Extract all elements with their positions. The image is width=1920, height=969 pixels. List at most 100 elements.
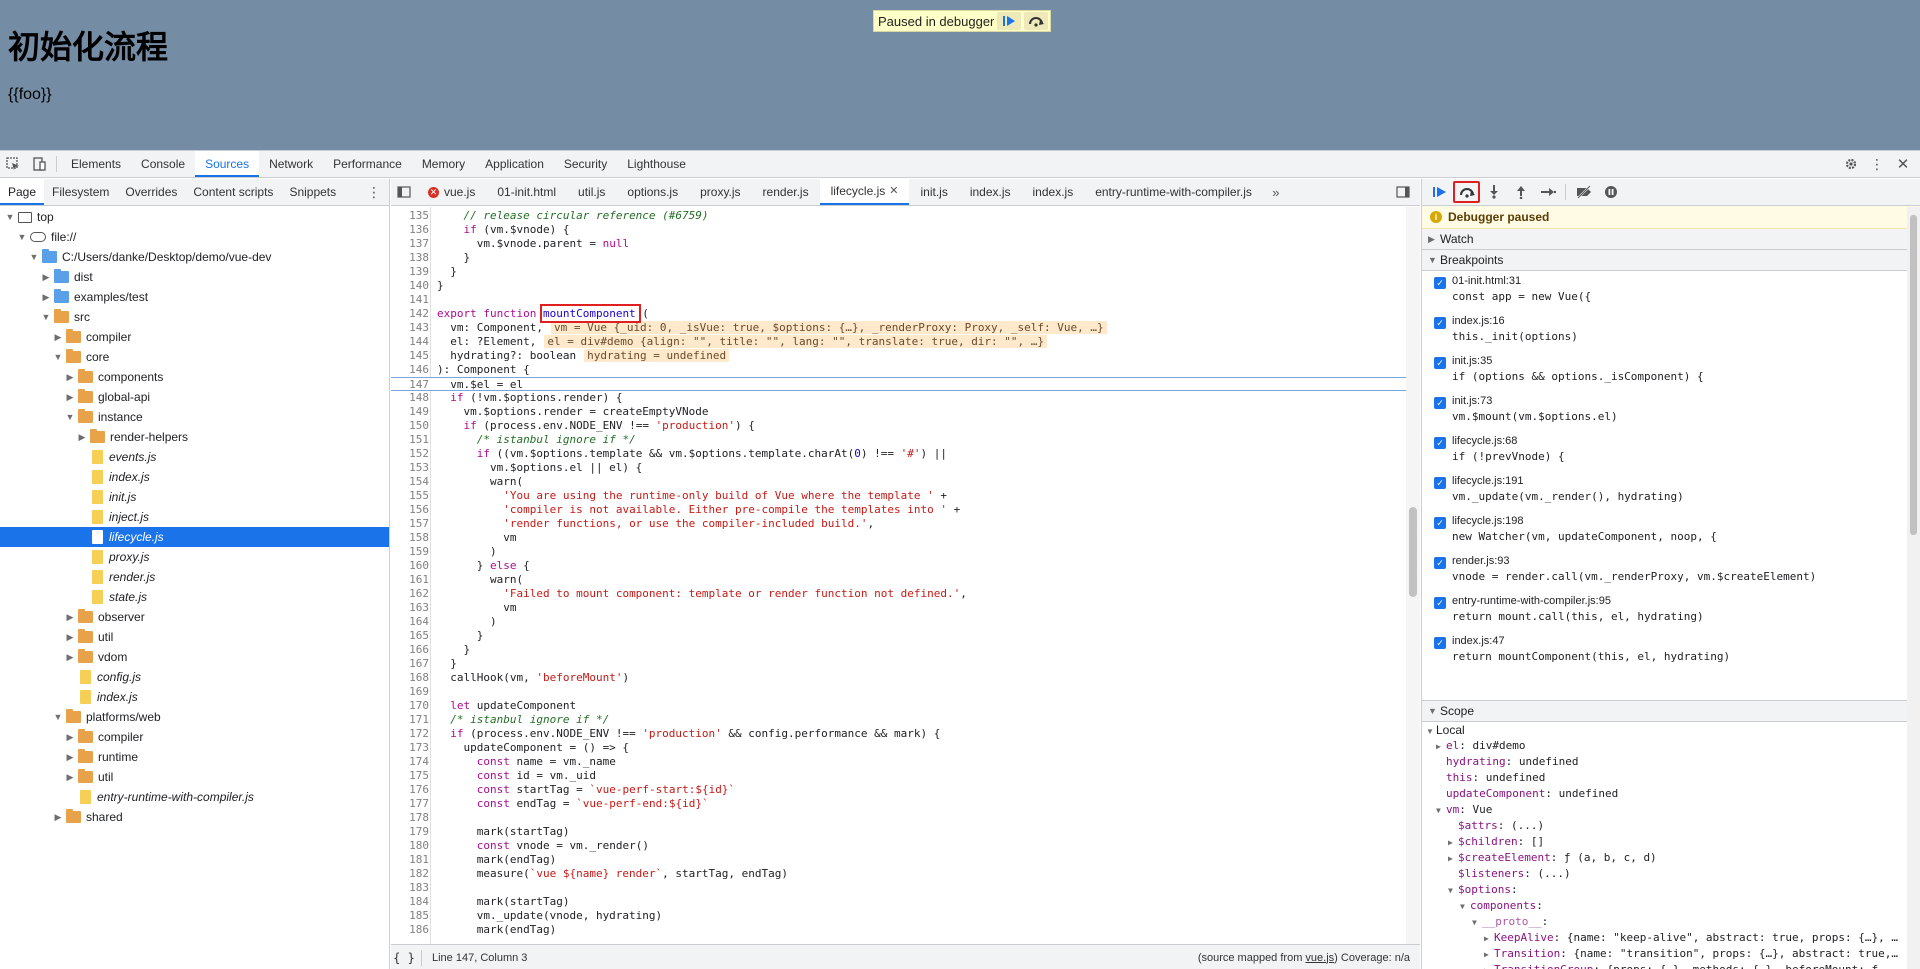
line-number[interactable]: 169 <box>391 685 429 699</box>
navigator-tab-snippets[interactable]: Snippets <box>281 179 344 205</box>
tree-item[interactable]: ▼ C:/Users/danke/Desktop/demo/vue-dev <box>0 247 389 267</box>
scope-variable[interactable]: ▶ Transition: {name: "transition", props:… <box>1422 946 1920 962</box>
line-number[interactable]: 148 <box>391 391 429 405</box>
line-number[interactable]: 183 <box>391 881 429 895</box>
chevron-right-icon[interactable]: ▶ <box>1436 739 1446 755</box>
editor-tab[interactable]: render.js <box>752 179 820 205</box>
navigator-tab-page[interactable]: Page <box>0 179 45 205</box>
step-over-button[interactable] <box>1024 12 1049 30</box>
tree-item[interactable]: ▶ util <box>0 767 389 787</box>
editor-tab[interactable]: index.js <box>959 179 1022 205</box>
step-button[interactable] <box>1534 181 1561 203</box>
editor-tab[interactable]: ✕ vue.js <box>417 179 486 205</box>
chevron-down-icon[interactable]: ▼ <box>40 312 52 322</box>
step-out-button[interactable] <box>1507 181 1534 203</box>
breakpoint-item[interactable]: ✓ index.js:47 return mountComponent(this, … <box>1422 631 1920 671</box>
tree-item[interactable]: ▶ render-helpers <box>0 427 389 447</box>
main-tab-lighthouse[interactable]: Lighthouse <box>617 151 696 177</box>
tree-item[interactable]: ▶ global-api <box>0 387 389 407</box>
code-view[interactable]: 135 // release circular reference (#6759… <box>391 207 1420 944</box>
tree-item[interactable]: render.js <box>0 567 389 587</box>
line-number[interactable]: 142 <box>391 307 429 321</box>
line-number[interactable]: 153 <box>391 461 429 475</box>
tree-item[interactable]: index.js <box>0 687 389 707</box>
line-number[interactable]: 154 <box>391 475 429 489</box>
chevron-right-icon[interactable]: ▶ <box>64 612 76 623</box>
pretty-print-icon[interactable]: { } <box>391 951 417 965</box>
device-toolbar-icon[interactable] <box>26 151 52 177</box>
scrollbar-thumb[interactable] <box>1910 215 1917 535</box>
scope-variable[interactable]: ▶ $children: [] <box>1422 834 1920 850</box>
main-tab-console[interactable]: Console <box>131 151 195 177</box>
scope-variable[interactable]: ▶ el: div#demo <box>1422 738 1920 754</box>
scope-variable[interactable]: ▼ $options: <box>1422 882 1920 898</box>
scope-section-header[interactable]: ▼ Scope <box>1422 701 1920 722</box>
navigator-more-icon[interactable]: ⋮ <box>367 184 381 201</box>
editor-tab[interactable]: options.js <box>616 179 689 205</box>
source-map-link[interactable]: vue.js <box>1305 952 1334 964</box>
line-number[interactable]: 157 <box>391 517 429 531</box>
debugger-scrollbar[interactable] <box>1907 207 1920 969</box>
tree-item[interactable]: ▶ util <box>0 627 389 647</box>
line-number[interactable]: 165 <box>391 629 429 643</box>
resume-execution-button[interactable] <box>1426 181 1453 203</box>
line-number[interactable]: 178 <box>391 811 429 825</box>
editor-tab[interactable]: proxy.js <box>689 179 751 205</box>
tree-item[interactable]: ▶ components <box>0 367 389 387</box>
toggle-debugger-icon[interactable] <box>1390 179 1416 205</box>
line-number[interactable]: 141 <box>391 293 429 307</box>
line-number[interactable]: 163 <box>391 601 429 615</box>
line-number[interactable]: 152 <box>391 447 429 461</box>
line-number[interactable]: 156 <box>391 503 429 517</box>
main-tab-elements[interactable]: Elements <box>61 151 131 177</box>
chevron-right-icon[interactable]: ▶ <box>1448 835 1458 851</box>
step-into-button[interactable] <box>1480 181 1507 203</box>
line-number[interactable]: 179 <box>391 825 429 839</box>
navigator-tab-filesystem[interactable]: Filesystem <box>44 179 117 205</box>
chevron-right-icon[interactable]: ▶ <box>64 652 76 663</box>
main-tab-sources[interactable]: Sources <box>195 151 260 177</box>
line-number[interactable]: 159 <box>391 545 429 559</box>
line-number[interactable]: 177 <box>391 797 429 811</box>
line-number[interactable]: 172 <box>391 727 429 741</box>
breakpoint-checkbox[interactable]: ✓ <box>1434 317 1446 329</box>
editor-tab[interactable]: init.js <box>909 179 958 205</box>
chevron-right-icon[interactable]: ▶ <box>1484 931 1494 947</box>
scope-variable[interactable]: ▼ components: <box>1422 898 1920 914</box>
breakpoint-checkbox[interactable]: ✓ <box>1434 397 1446 409</box>
tree-item[interactable]: ▼ top <box>0 207 389 227</box>
line-number[interactable]: 185 <box>391 909 429 923</box>
scope-variable[interactable]: ▼ vm: Vue <box>1422 802 1920 818</box>
step-over-button[interactable] <box>1453 181 1480 203</box>
breakpoint-checkbox[interactable]: ✓ <box>1434 637 1446 649</box>
close-tab-icon[interactable]: ✕ <box>889 179 898 204</box>
chevron-right-icon[interactable]: ▶ <box>52 332 64 343</box>
scope-variable[interactable]: ▼ __proto__: <box>1422 914 1920 930</box>
chevron-right-icon[interactable]: ▶ <box>64 372 76 383</box>
line-number[interactable]: 170 <box>391 699 429 713</box>
line-number[interactable]: 160 <box>391 559 429 573</box>
chevron-down-icon[interactable]: ▼ <box>1448 883 1458 899</box>
tree-item[interactable]: lifecycle.js <box>0 527 389 547</box>
line-number[interactable]: 167 <box>391 657 429 671</box>
editor-tab[interactable]: 01-init.html <box>486 179 567 205</box>
chevron-right-icon[interactable]: ▶ <box>52 812 64 823</box>
pause-on-exceptions-button[interactable] <box>1597 181 1624 203</box>
line-number[interactable]: 184 <box>391 895 429 909</box>
tree-item[interactable]: ▶ compiler <box>0 327 389 347</box>
line-number[interactable]: 136 <box>391 223 429 237</box>
tree-item[interactable]: ▶ dist <box>0 267 389 287</box>
line-number[interactable]: 166 <box>391 643 429 657</box>
line-number[interactable]: 150 <box>391 419 429 433</box>
breakpoint-checkbox[interactable]: ✓ <box>1434 277 1446 289</box>
line-number[interactable]: 143 <box>391 321 429 335</box>
scope-variable[interactable]: ▶ $createElement: ƒ (a, b, c, d) <box>1422 850 1920 866</box>
line-number[interactable]: 162 <box>391 587 429 601</box>
toggle-navigator-icon[interactable] <box>391 179 417 205</box>
breakpoint-checkbox[interactable]: ✓ <box>1434 357 1446 369</box>
line-number[interactable]: 171 <box>391 713 429 727</box>
line-number[interactable]: 138 <box>391 251 429 265</box>
line-number[interactable]: 151 <box>391 433 429 447</box>
close-devtools-icon[interactable]: ✕ <box>1890 151 1916 177</box>
tree-item[interactable]: ▶ vdom <box>0 647 389 667</box>
